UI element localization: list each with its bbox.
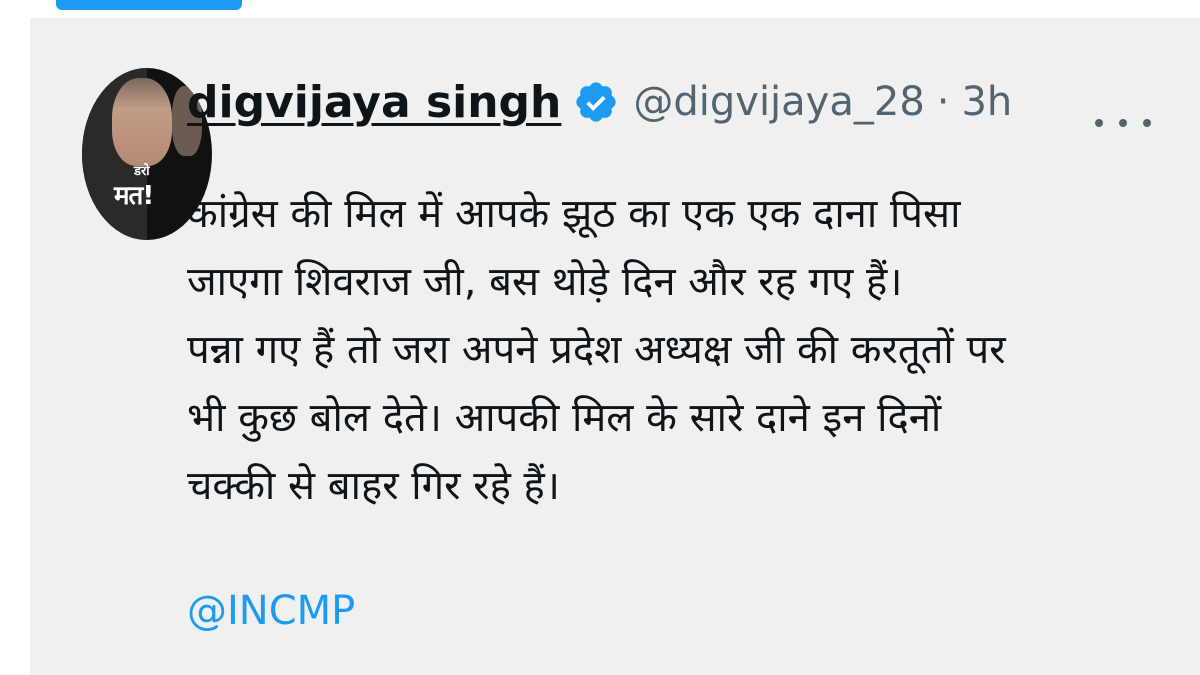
avatar-face [112,78,172,166]
more-options-icon[interactable] [1095,108,1151,138]
tweet-text-line: कांग्रेस की मिल में आपके झूठ का एक एक दा… [187,191,961,237]
tweet-text-line: जाएगा शिवराज जी, बस थोड़े दिन और रह गए ह… [187,259,903,305]
tweet-timestamp[interactable]: 3h [961,79,1012,125]
tweet-text-line: चक्की से बाहर गिर रहे हैं। [187,463,560,509]
author-handle[interactable]: @digvijaya_28 [633,79,924,125]
verified-badge-icon [576,82,617,122]
mention-link[interactable]: @INCMP [187,588,355,634]
author-display-name[interactable]: digvijaya singh [187,77,561,128]
tweet-text-line: भी कुछ बोल देते। आपकी मिल के सारे दाने इ… [187,395,942,441]
top-bar-fragment [56,0,242,10]
tweet-text: कांग्रेस की मिल में आपके झूठ का एक एक दा… [187,180,1137,520]
dot-separator: · [936,79,950,125]
tweet-text-line: पन्ना गए हैं तो जरा अपने प्रदेश अध्यक्ष … [187,327,1006,373]
tweet-header: digvijaya singh @digvijaya_28 · 3h [187,72,1012,132]
avatar-caption-large: मत! [114,181,154,211]
